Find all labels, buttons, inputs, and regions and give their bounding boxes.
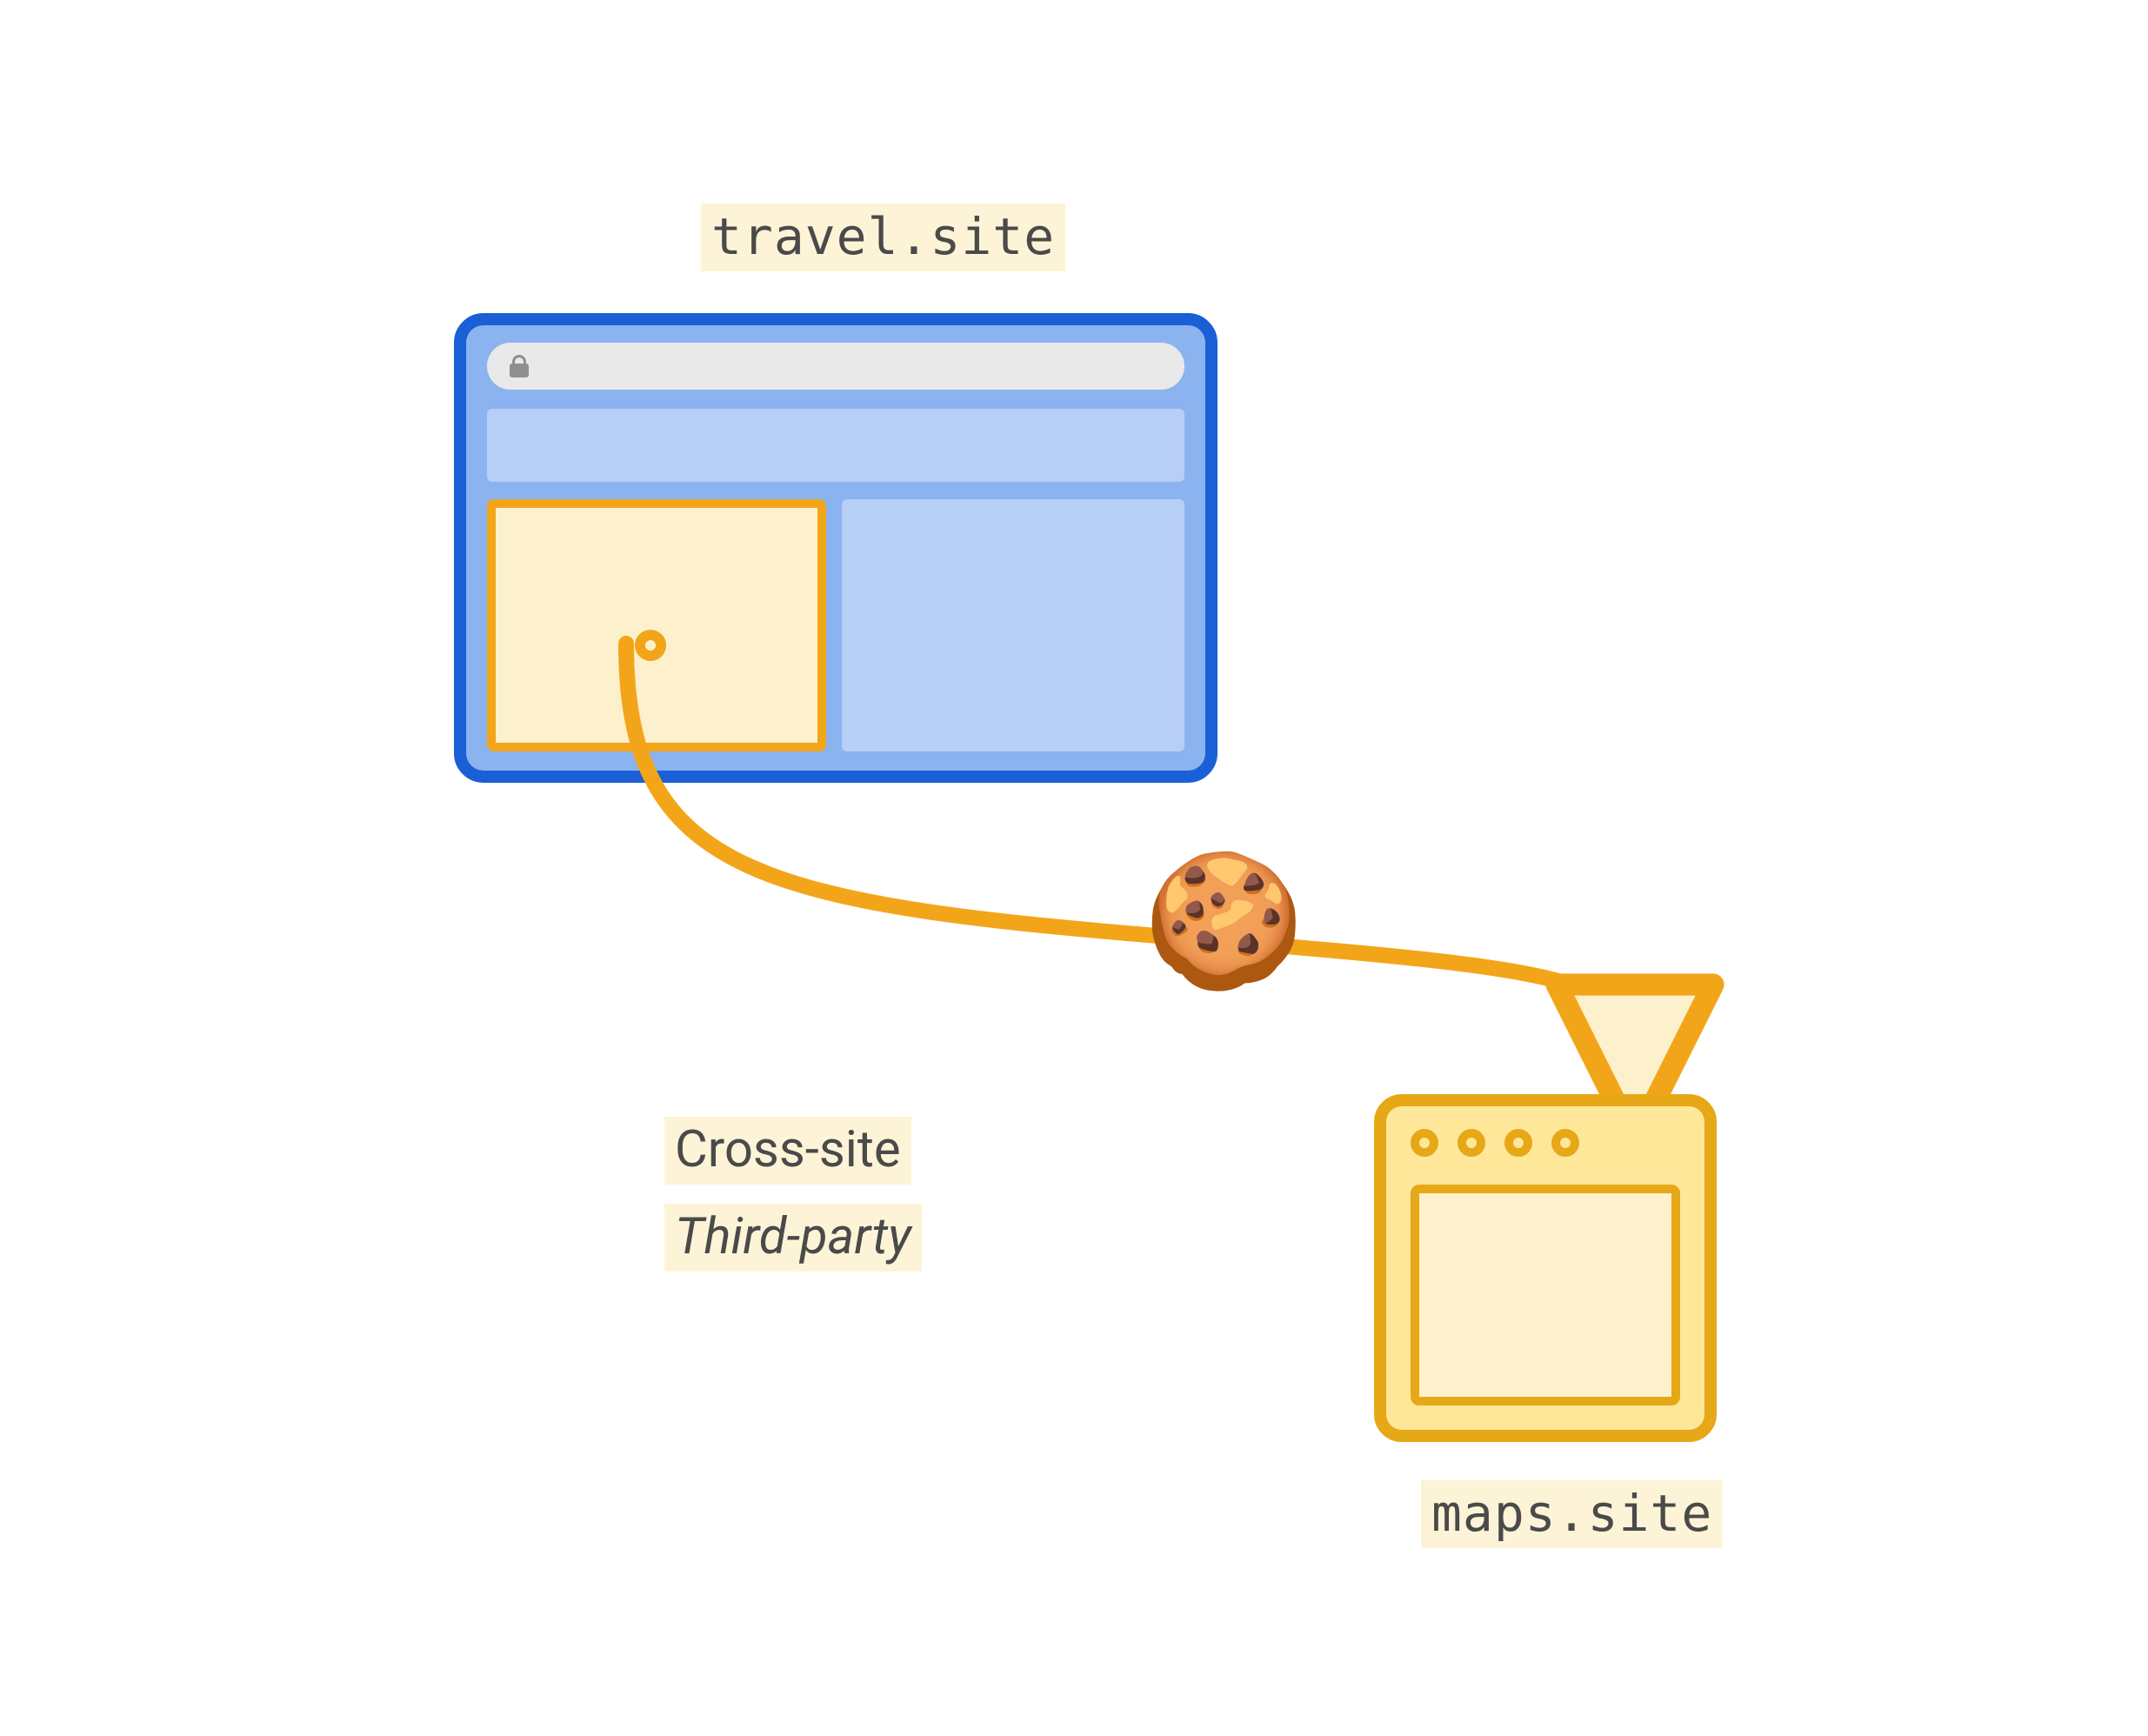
window-dot xyxy=(1458,1129,1485,1157)
server-content-area xyxy=(1411,1185,1680,1405)
label-bottom-site: maps.site xyxy=(1421,1480,1723,1548)
window-dot xyxy=(1411,1129,1438,1157)
window-dot xyxy=(1551,1129,1579,1157)
connection-origin-dot xyxy=(635,630,666,661)
address-bar xyxy=(487,343,1184,390)
diagram-canvas: travel.site 🍪 Cross-site Third-party xyxy=(0,0,2148,1736)
label-third-party: Third-party xyxy=(664,1204,922,1272)
window-control-dots xyxy=(1411,1129,1579,1157)
window-dot xyxy=(1504,1129,1532,1157)
target-server-window xyxy=(1374,1094,1717,1442)
lock-icon xyxy=(510,355,529,377)
embedded-iframe-panel xyxy=(487,499,826,751)
request-arrow xyxy=(0,0,2148,1736)
cookie-icon: 🍪 xyxy=(1143,856,1305,986)
label-top-site: travel.site xyxy=(701,204,1065,271)
page-content-panel xyxy=(842,499,1184,751)
label-cross-site: Cross-site xyxy=(664,1117,911,1185)
page-banner xyxy=(487,409,1184,482)
browser-window xyxy=(454,313,1217,783)
